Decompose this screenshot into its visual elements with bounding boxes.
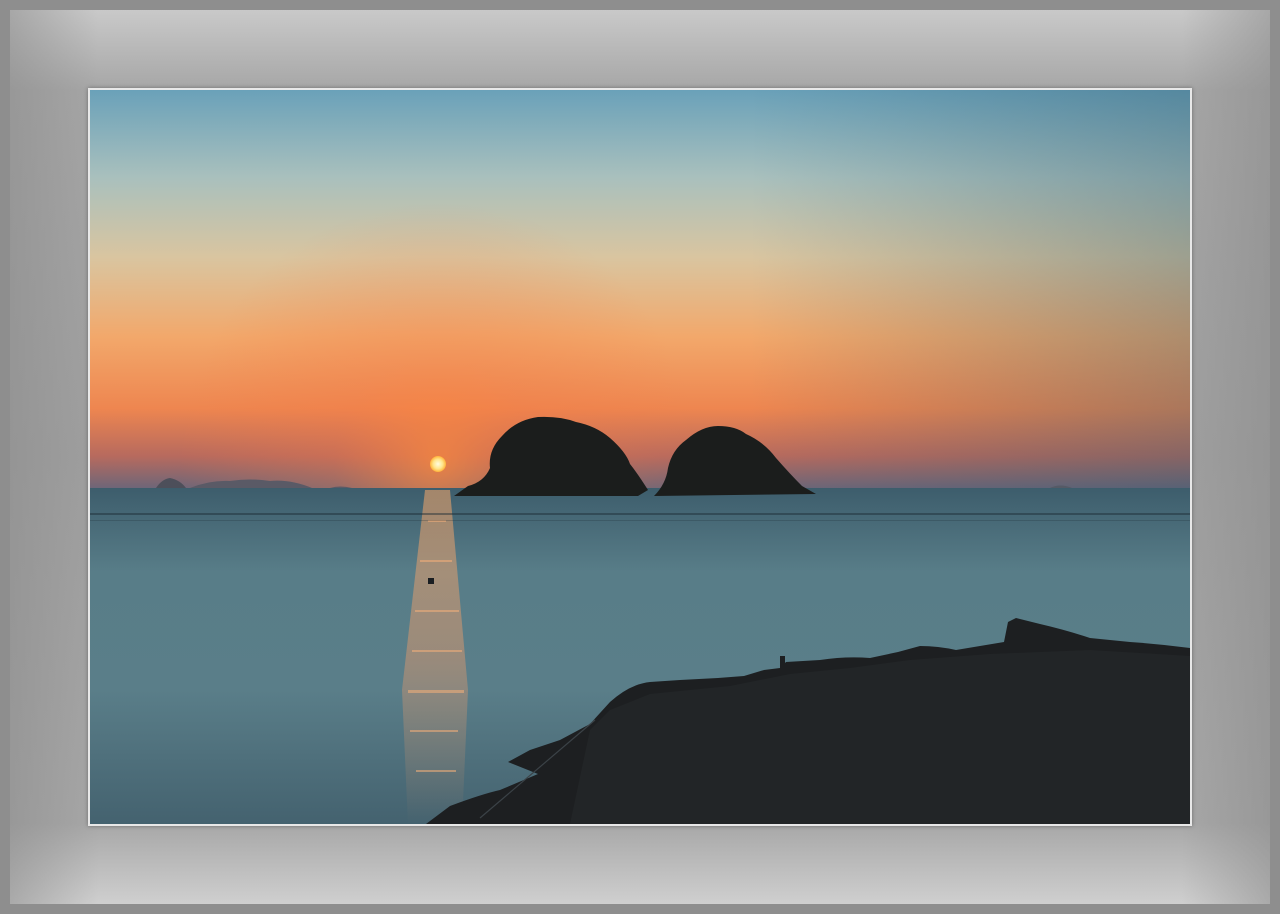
- sun: [430, 456, 446, 472]
- sun-glow: [90, 90, 1190, 488]
- buoy: [428, 578, 434, 584]
- sunset-photo: [90, 90, 1190, 824]
- photo-border: [88, 88, 1192, 826]
- figure-silhouette: [780, 656, 785, 670]
- picture-frame: [0, 0, 1280, 914]
